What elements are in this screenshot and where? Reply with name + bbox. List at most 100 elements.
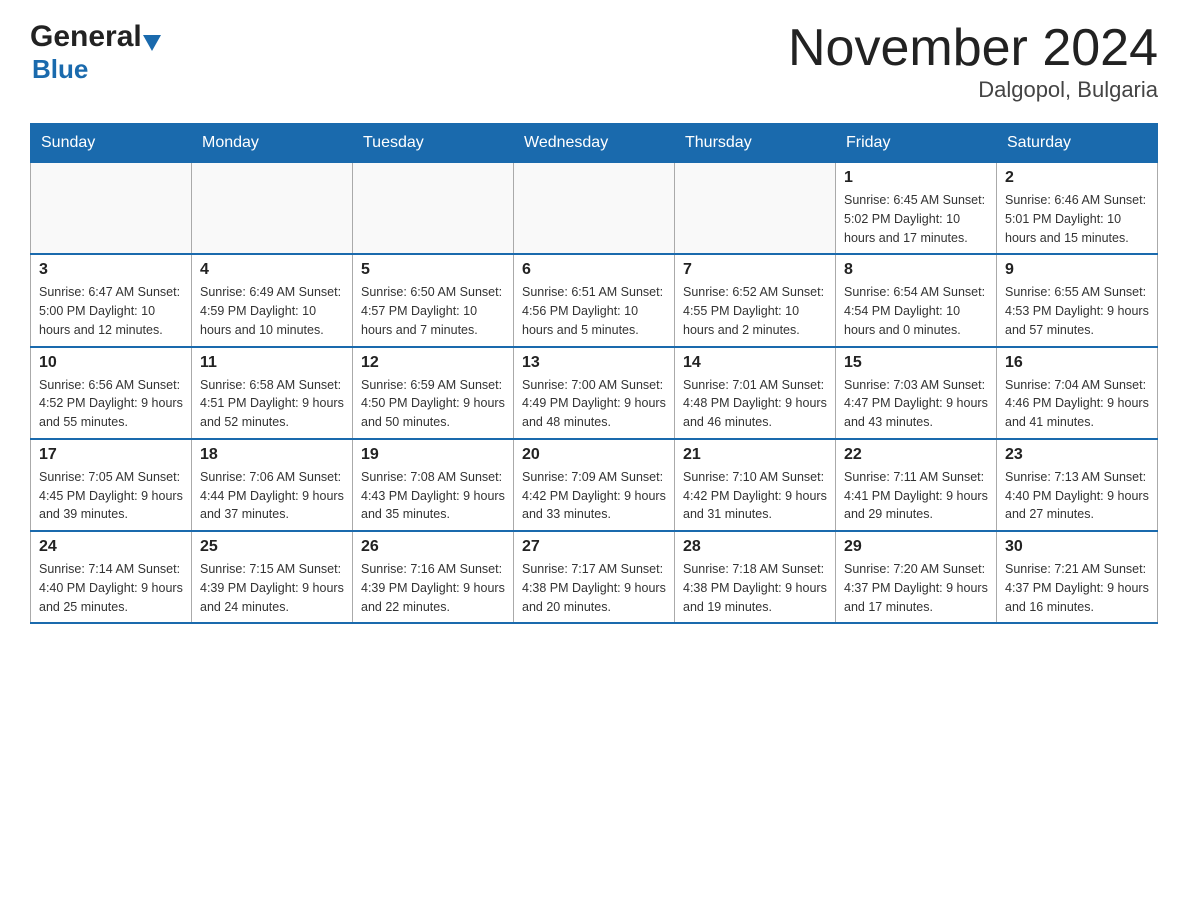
day-number: 9 — [1005, 261, 1149, 279]
calendar-cell — [353, 163, 514, 255]
day-info: Sunrise: 6:50 AM Sunset: 4:57 PM Dayligh… — [361, 283, 505, 339]
calendar-header-sunday: Sunday — [31, 124, 192, 163]
calendar-cell: 30 Sunrise: 7:21 AM Sunset: 4:37 PM Dayli… — [997, 531, 1158, 623]
calendar-cell: 15 Sunrise: 7:03 AM Sunset: 4:47 PM Dayli… — [836, 347, 997, 439]
day-info: Sunrise: 7:13 AM Sunset: 4:40 PM Dayligh… — [1005, 468, 1149, 524]
day-number: 6 — [522, 261, 666, 279]
day-info: Sunrise: 6:55 AM Sunset: 4:53 PM Dayligh… — [1005, 283, 1149, 339]
calendar-cell: 21 Sunrise: 7:10 AM Sunset: 4:42 PM Dayli… — [675, 439, 836, 531]
calendar-cell: 25Sunrise: 7:15 AM Sunset: 4:39 PM Dayli… — [192, 531, 353, 623]
day-info: Sunrise: 6:52 AM Sunset: 4:55 PM Dayligh… — [683, 283, 827, 339]
calendar-header-saturday: Saturday — [997, 124, 1158, 163]
calendar-cell: 22 Sunrise: 7:11 AM Sunset: 4:41 PM Dayli… — [836, 439, 997, 531]
day-number: 16 — [1005, 354, 1149, 372]
calendar-cell: 8 Sunrise: 6:54 AM Sunset: 4:54 PM Daylig… — [836, 254, 997, 346]
day-info: Sunrise: 6:46 AM Sunset: 5:01 PM Dayligh… — [1005, 191, 1149, 247]
calendar-cell: 20Sunrise: 7:09 AM Sunset: 4:42 PM Dayli… — [514, 439, 675, 531]
calendar-cell: 1 Sunrise: 6:45 AM Sunset: 5:02 PM Daylig… — [836, 163, 997, 255]
day-number: 11 — [200, 354, 344, 372]
day-info: Sunrise: 7:11 AM Sunset: 4:41 PM Dayligh… — [844, 468, 988, 524]
calendar-header-tuesday: Tuesday — [353, 124, 514, 163]
calendar-cell: 11 Sunrise: 6:58 AM Sunset: 4:51 PM Dayli… — [192, 347, 353, 439]
calendar-week-row: 1 Sunrise: 6:45 AM Sunset: 5:02 PM Daylig… — [31, 163, 1158, 255]
day-number: 1 — [844, 169, 988, 187]
day-info: Sunrise: 7:17 AM Sunset: 4:38 PM Dayligh… — [522, 560, 666, 616]
calendar-week-row: 10Sunrise: 6:56 AM Sunset: 4:52 PM Dayli… — [31, 347, 1158, 439]
calendar-cell: 2Sunrise: 6:46 AM Sunset: 5:01 PM Daylig… — [997, 163, 1158, 255]
calendar-week-row: 17 Sunrise: 7:05 AM Sunset: 4:45 PM Dayli… — [31, 439, 1158, 531]
calendar-week-row: 3 Sunrise: 6:47 AM Sunset: 5:00 PM Daylig… — [31, 254, 1158, 346]
title-area: November 2024 Dalgopol, Bulgaria — [788, 20, 1158, 103]
day-info: Sunrise: 7:06 AM Sunset: 4:44 PM Dayligh… — [200, 468, 344, 524]
day-info: Sunrise: 6:47 AM Sunset: 5:00 PM Dayligh… — [39, 283, 183, 339]
day-number: 7 — [683, 261, 827, 279]
calendar-cell: 9 Sunrise: 6:55 AM Sunset: 4:53 PM Daylig… — [997, 254, 1158, 346]
day-number: 13 — [522, 354, 666, 372]
day-number: 27 — [522, 538, 666, 556]
day-info: Sunrise: 7:00 AM Sunset: 4:49 PM Dayligh… — [522, 376, 666, 432]
calendar-cell: 6 Sunrise: 6:51 AM Sunset: 4:56 PM Daylig… — [514, 254, 675, 346]
calendar-header-row: SundayMondayTuesdayWednesdayThursdayFrid… — [31, 124, 1158, 163]
calendar-cell: 26Sunrise: 7:16 AM Sunset: 4:39 PM Dayli… — [353, 531, 514, 623]
day-number: 15 — [844, 354, 988, 372]
calendar-header-wednesday: Wednesday — [514, 124, 675, 163]
day-number: 22 — [844, 446, 988, 464]
day-number: 28 — [683, 538, 827, 556]
day-number: 14 — [683, 354, 827, 372]
calendar-cell: 27 Sunrise: 7:17 AM Sunset: 4:38 PM Dayli… — [514, 531, 675, 623]
calendar-cell: 28Sunrise: 7:18 AM Sunset: 4:38 PM Dayli… — [675, 531, 836, 623]
calendar-cell — [675, 163, 836, 255]
day-info: Sunrise: 7:04 AM Sunset: 4:46 PM Dayligh… — [1005, 376, 1149, 432]
calendar-cell: 19 Sunrise: 7:08 AM Sunset: 4:43 PM Dayli… — [353, 439, 514, 531]
calendar-week-row: 24Sunrise: 7:14 AM Sunset: 4:40 PM Dayli… — [31, 531, 1158, 623]
day-info: Sunrise: 7:03 AM Sunset: 4:47 PM Dayligh… — [844, 376, 988, 432]
day-info: Sunrise: 7:08 AM Sunset: 4:43 PM Dayligh… — [361, 468, 505, 524]
calendar-cell: 29Sunrise: 7:20 AM Sunset: 4:37 PM Dayli… — [836, 531, 997, 623]
day-info: Sunrise: 7:01 AM Sunset: 4:48 PM Dayligh… — [683, 376, 827, 432]
day-number: 24 — [39, 538, 183, 556]
day-number: 19 — [361, 446, 505, 464]
day-info: Sunrise: 6:58 AM Sunset: 4:51 PM Dayligh… — [200, 376, 344, 432]
day-info: Sunrise: 7:21 AM Sunset: 4:37 PM Dayligh… — [1005, 560, 1149, 616]
day-number: 26 — [361, 538, 505, 556]
calendar-cell — [192, 163, 353, 255]
calendar-header-friday: Friday — [836, 124, 997, 163]
calendar-cell: 3 Sunrise: 6:47 AM Sunset: 5:00 PM Daylig… — [31, 254, 192, 346]
day-number: 20 — [522, 446, 666, 464]
logo: General Blue — [30, 20, 161, 85]
calendar-cell — [31, 163, 192, 255]
day-number: 4 — [200, 261, 344, 279]
day-info: Sunrise: 7:10 AM Sunset: 4:42 PM Dayligh… — [683, 468, 827, 524]
logo-blue-text: Blue — [30, 54, 161, 85]
calendar-cell: 5 Sunrise: 6:50 AM Sunset: 4:57 PM Daylig… — [353, 254, 514, 346]
day-number: 5 — [361, 261, 505, 279]
day-number: 18 — [200, 446, 344, 464]
day-number: 21 — [683, 446, 827, 464]
day-info: Sunrise: 7:15 AM Sunset: 4:39 PM Dayligh… — [200, 560, 344, 616]
logo-general-text: General — [30, 20, 142, 54]
day-info: Sunrise: 7:05 AM Sunset: 4:45 PM Dayligh… — [39, 468, 183, 524]
day-number: 10 — [39, 354, 183, 372]
calendar-header-monday: Monday — [192, 124, 353, 163]
day-number: 3 — [39, 261, 183, 279]
day-info: Sunrise: 6:59 AM Sunset: 4:50 PM Dayligh… — [361, 376, 505, 432]
calendar-table: SundayMondayTuesdayWednesdayThursdayFrid… — [30, 123, 1158, 624]
day-info: Sunrise: 6:45 AM Sunset: 5:02 PM Dayligh… — [844, 191, 988, 247]
day-number: 12 — [361, 354, 505, 372]
day-number: 23 — [1005, 446, 1149, 464]
day-info: Sunrise: 6:51 AM Sunset: 4:56 PM Dayligh… — [522, 283, 666, 339]
calendar-cell: 24Sunrise: 7:14 AM Sunset: 4:40 PM Dayli… — [31, 531, 192, 623]
day-number: 30 — [1005, 538, 1149, 556]
day-number: 29 — [844, 538, 988, 556]
day-info: Sunrise: 6:49 AM Sunset: 4:59 PM Dayligh… — [200, 283, 344, 339]
day-info: Sunrise: 6:54 AM Sunset: 4:54 PM Dayligh… — [844, 283, 988, 339]
calendar-cell: 4 Sunrise: 6:49 AM Sunset: 4:59 PM Daylig… — [192, 254, 353, 346]
calendar-cell: 12 Sunrise: 6:59 AM Sunset: 4:50 PM Dayli… — [353, 347, 514, 439]
calendar-cell: 18 Sunrise: 7:06 AM Sunset: 4:44 PM Dayli… — [192, 439, 353, 531]
calendar-cell: 23 Sunrise: 7:13 AM Sunset: 4:40 PM Dayli… — [997, 439, 1158, 531]
calendar-cell: 16 Sunrise: 7:04 AM Sunset: 4:46 PM Dayli… — [997, 347, 1158, 439]
calendar-cell: 7 Sunrise: 6:52 AM Sunset: 4:55 PM Daylig… — [675, 254, 836, 346]
day-number: 8 — [844, 261, 988, 279]
day-number: 17 — [39, 446, 183, 464]
calendar-cell: 14 Sunrise: 7:01 AM Sunset: 4:48 PM Dayli… — [675, 347, 836, 439]
